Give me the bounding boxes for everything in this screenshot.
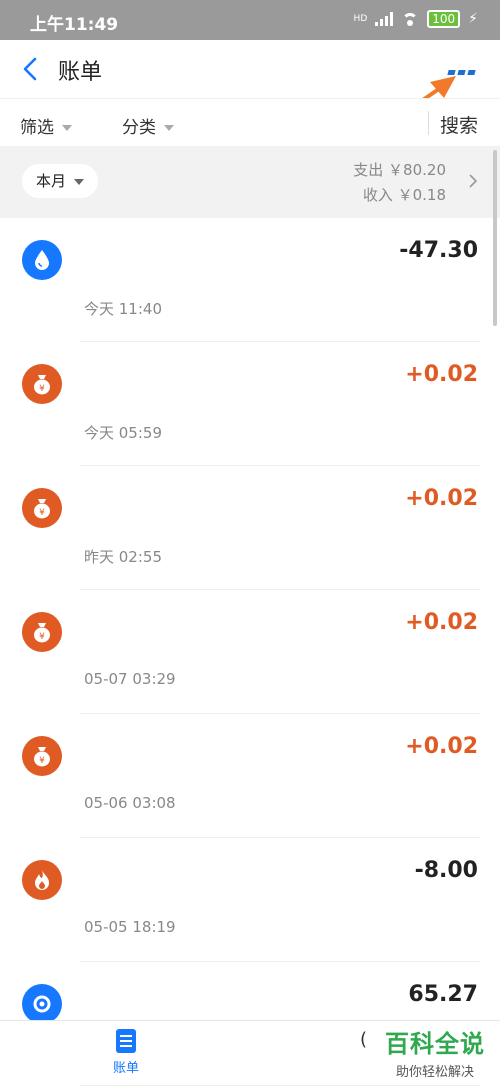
transaction-amount: +0.02 <box>405 486 478 511</box>
transaction-row[interactable]: ¥ +0.02 今天 05:59 <box>0 342 500 466</box>
transaction-row[interactable]: -47.30 今天 11:40 <box>0 218 500 342</box>
battery-icon: 100 <box>427 10 461 28</box>
nav-bill-label: 账单 <box>112 1061 139 1076</box>
transaction-date: 今天 11:40 <box>84 300 162 318</box>
app-header: 账单 <box>0 40 500 98</box>
flame-icon <box>22 860 62 900</box>
money-bag-icon: ¥ <box>22 612 62 652</box>
category-dropdown[interactable]: 分类 <box>122 113 174 138</box>
money-bag-icon: ¥ <box>22 736 62 776</box>
transaction-date: 05-05 18:19 <box>84 918 176 936</box>
transaction-row[interactable]: ¥ +0.02 05-07 03:29 <box>0 590 500 714</box>
month-label: 本月 <box>36 172 67 190</box>
more-options-icon[interactable] <box>447 60 482 75</box>
transaction-amount: +0.02 <box>405 734 478 759</box>
charging-icon: ⚡ <box>468 11 478 27</box>
svg-text:¥: ¥ <box>39 384 45 394</box>
chevron-down-icon <box>62 125 72 131</box>
back-icon[interactable] <box>20 56 42 82</box>
search-button[interactable]: 搜索 <box>440 111 478 138</box>
filter-bar: 筛选 分类 搜索 <box>0 98 500 147</box>
month-selector[interactable]: 本月 <box>22 164 99 198</box>
svg-text:¥: ¥ <box>39 756 45 766</box>
signal-icon <box>375 12 394 26</box>
transaction-date: 05-07 03:29 <box>84 670 176 688</box>
bill-icon <box>116 1029 136 1053</box>
chevron-down-icon <box>74 178 85 185</box>
transaction-amount: +0.02 <box>405 362 478 387</box>
svg-text:¥: ¥ <box>39 508 45 518</box>
nav-bill-tab[interactable]: 账单 <box>108 1029 144 1076</box>
transaction-row[interactable]: ¥ +0.02 05-06 03:08 <box>0 714 500 838</box>
status-bar: 上午11:49 HD 100 ⚡ <box>0 0 500 40</box>
watermark: 百科全说 助你轻松解决 <box>376 1024 494 1080</box>
transaction-row[interactable]: ¥ +0.02 昨天 02:55 <box>0 466 500 590</box>
divider <box>428 111 429 135</box>
transaction-amount: -47.30 <box>399 238 478 263</box>
watermark-subtitle: 助你轻松解决 <box>395 1065 474 1080</box>
chevron-down-icon <box>164 125 174 131</box>
nav-other-tab[interactable]: ( <box>360 1029 367 1050</box>
transaction-row[interactable]: -8.00 05-05 18:19 <box>0 838 500 962</box>
scrollbar[interactable] <box>493 150 497 326</box>
transaction-amount: -8.00 <box>414 858 478 883</box>
income-total: 收入 ￥0.18 <box>362 186 446 204</box>
water-drop-icon <box>22 240 62 280</box>
page-title: 账单 <box>58 60 103 85</box>
chevron-right-icon[interactable] <box>468 173 478 189</box>
wifi-icon <box>401 12 419 26</box>
expense-total: 支出 ￥80.20 <box>353 161 446 179</box>
summary-totals[interactable]: 支出 ￥80.20 收入 ￥0.18 <box>353 158 446 208</box>
filter-label: 筛选 <box>20 118 54 138</box>
category-label: 分类 <box>122 118 156 138</box>
transaction-date: 昨天 02:55 <box>84 548 162 566</box>
transaction-date: 今天 05:59 <box>84 424 162 442</box>
svg-text:¥: ¥ <box>39 632 45 642</box>
money-bag-icon: ¥ <box>22 488 62 528</box>
watermark-title: 百科全说 <box>385 1030 485 1058</box>
status-time: 上午11:49 <box>30 15 119 35</box>
hd-label: HD <box>353 14 368 24</box>
filter-dropdown[interactable]: 筛选 <box>20 113 72 138</box>
money-bag-icon: ¥ <box>22 364 62 404</box>
transaction-amount: +0.02 <box>405 610 478 635</box>
transaction-date: 05-06 03:08 <box>84 794 176 812</box>
status-icons: HD 100 ⚡ <box>354 10 478 28</box>
month-summary: 本月 支出 ￥80.20 收入 ￥0.18 <box>0 146 500 218</box>
transaction-list: -47.30 今天 11:40 ¥ +0.02 今天 05:59 ¥ +0.02 昨天 02:… <box>0 218 500 1086</box>
repay-icon <box>22 984 62 1024</box>
transaction-amount: 65.27 <box>408 982 478 1007</box>
